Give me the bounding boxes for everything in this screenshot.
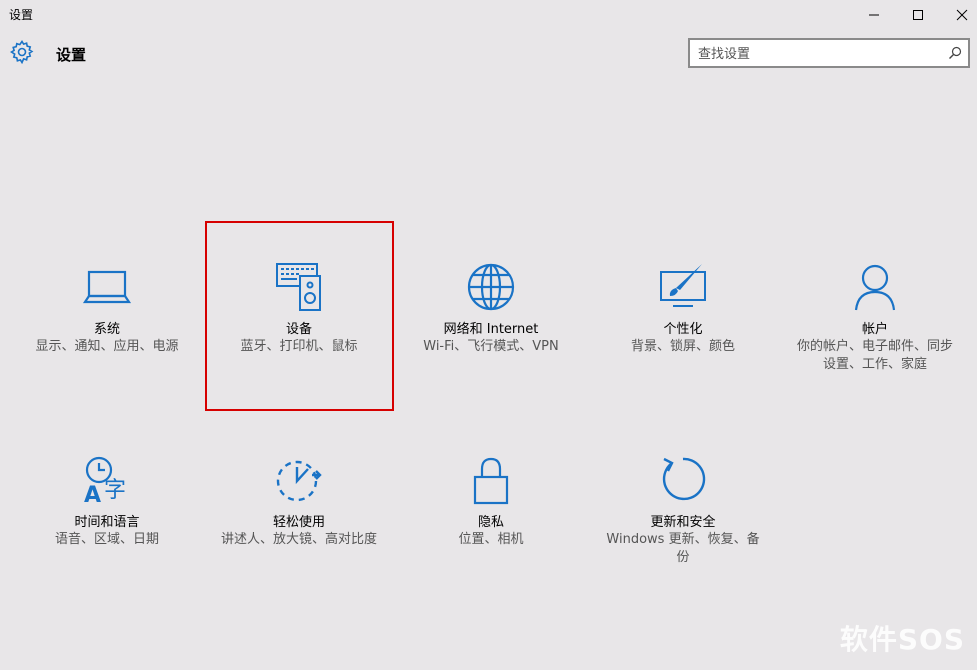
tile-desc: 背景、锁屏、颜色 bbox=[630, 339, 735, 354]
gear-icon bbox=[10, 40, 34, 64]
page-title: 设置 bbox=[56, 46, 87, 64]
tile-personalization[interactable]: 个性化 背景、锁屏、颜色 bbox=[590, 262, 776, 442]
tile-name: 个性化 bbox=[663, 322, 703, 337]
tile-name: 更新和安全 bbox=[650, 515, 716, 530]
tile-privacy[interactable]: 隐私 位置、相机 bbox=[398, 455, 584, 635]
watermark: 软件SOS bbox=[839, 623, 965, 656]
maximize-button[interactable] bbox=[895, 0, 941, 30]
globe-icon bbox=[467, 263, 515, 311]
person-icon bbox=[854, 264, 896, 311]
tile-name: 系统 bbox=[93, 322, 120, 337]
minimize-icon bbox=[869, 14, 879, 16]
window-title: 设置 bbox=[9, 8, 34, 22]
search-box[interactable] bbox=[688, 38, 970, 68]
tile-name: 帐户 bbox=[861, 322, 888, 337]
tile-time-language[interactable]: A 字 时间和语言 语音、区域、日期 bbox=[14, 455, 200, 635]
tile-desc: 位置、相机 bbox=[458, 532, 524, 547]
close-button[interactable] bbox=[939, 0, 977, 30]
ease-of-access-icon bbox=[276, 460, 322, 502]
tile-desc: 讲述人、放大镜、高对比度 bbox=[220, 532, 377, 547]
tile-name: 轻松使用 bbox=[272, 515, 325, 530]
maximize-icon bbox=[913, 10, 923, 20]
title-bar: 设置 bbox=[0, 0, 977, 30]
devices-icon bbox=[276, 263, 321, 311]
close-icon bbox=[956, 9, 968, 21]
tile-name: 隐私 bbox=[477, 515, 504, 530]
tile-name: 设备 bbox=[285, 322, 312, 337]
tile-accounts[interactable]: 帐户 你的帐户、电子邮件、同步设置、工作、家庭 bbox=[782, 262, 968, 442]
lock-icon bbox=[473, 457, 509, 505]
update-icon bbox=[662, 457, 706, 501]
tile-update-security[interactable]: 更新和安全 Windows 更新、恢复、备份 bbox=[590, 455, 776, 635]
search-input[interactable] bbox=[696, 43, 940, 65]
tile-desc: Wi-Fi、飞行模式、VPN bbox=[423, 339, 559, 354]
tile-ease-of-access[interactable]: 轻松使用 讲述人、放大镜、高对比度 bbox=[206, 455, 392, 635]
tile-name: 时间和语言 bbox=[74, 515, 140, 530]
tile-name: 网络和 Internet bbox=[443, 322, 539, 337]
tile-desc: 显示、通知、应用、电源 bbox=[35, 339, 179, 354]
time-language-icon: A 字 bbox=[84, 456, 126, 505]
tile-devices[interactable]: 设备 蓝牙、打印机、鼠标 bbox=[206, 262, 392, 442]
personalization-icon bbox=[660, 264, 706, 307]
svg-text:A: A bbox=[84, 483, 101, 505]
search-icon[interactable] bbox=[948, 46, 962, 60]
tile-desc: Windows 更新、恢复、备份 bbox=[606, 532, 760, 565]
tile-desc: 蓝牙、打印机、鼠标 bbox=[240, 339, 358, 354]
laptop-icon bbox=[82, 270, 132, 304]
minimize-button[interactable] bbox=[851, 0, 897, 30]
tile-network[interactable]: 网络和 Internet Wi-Fi、飞行模式、VPN bbox=[398, 262, 584, 442]
tile-desc: 你的帐户、电子邮件、同步设置、工作、家庭 bbox=[796, 339, 953, 372]
tile-system[interactable]: 系统 显示、通知、应用、电源 bbox=[14, 262, 200, 442]
tile-desc: 语音、区域、日期 bbox=[54, 532, 159, 547]
svg-text:字: 字 bbox=[104, 478, 126, 503]
